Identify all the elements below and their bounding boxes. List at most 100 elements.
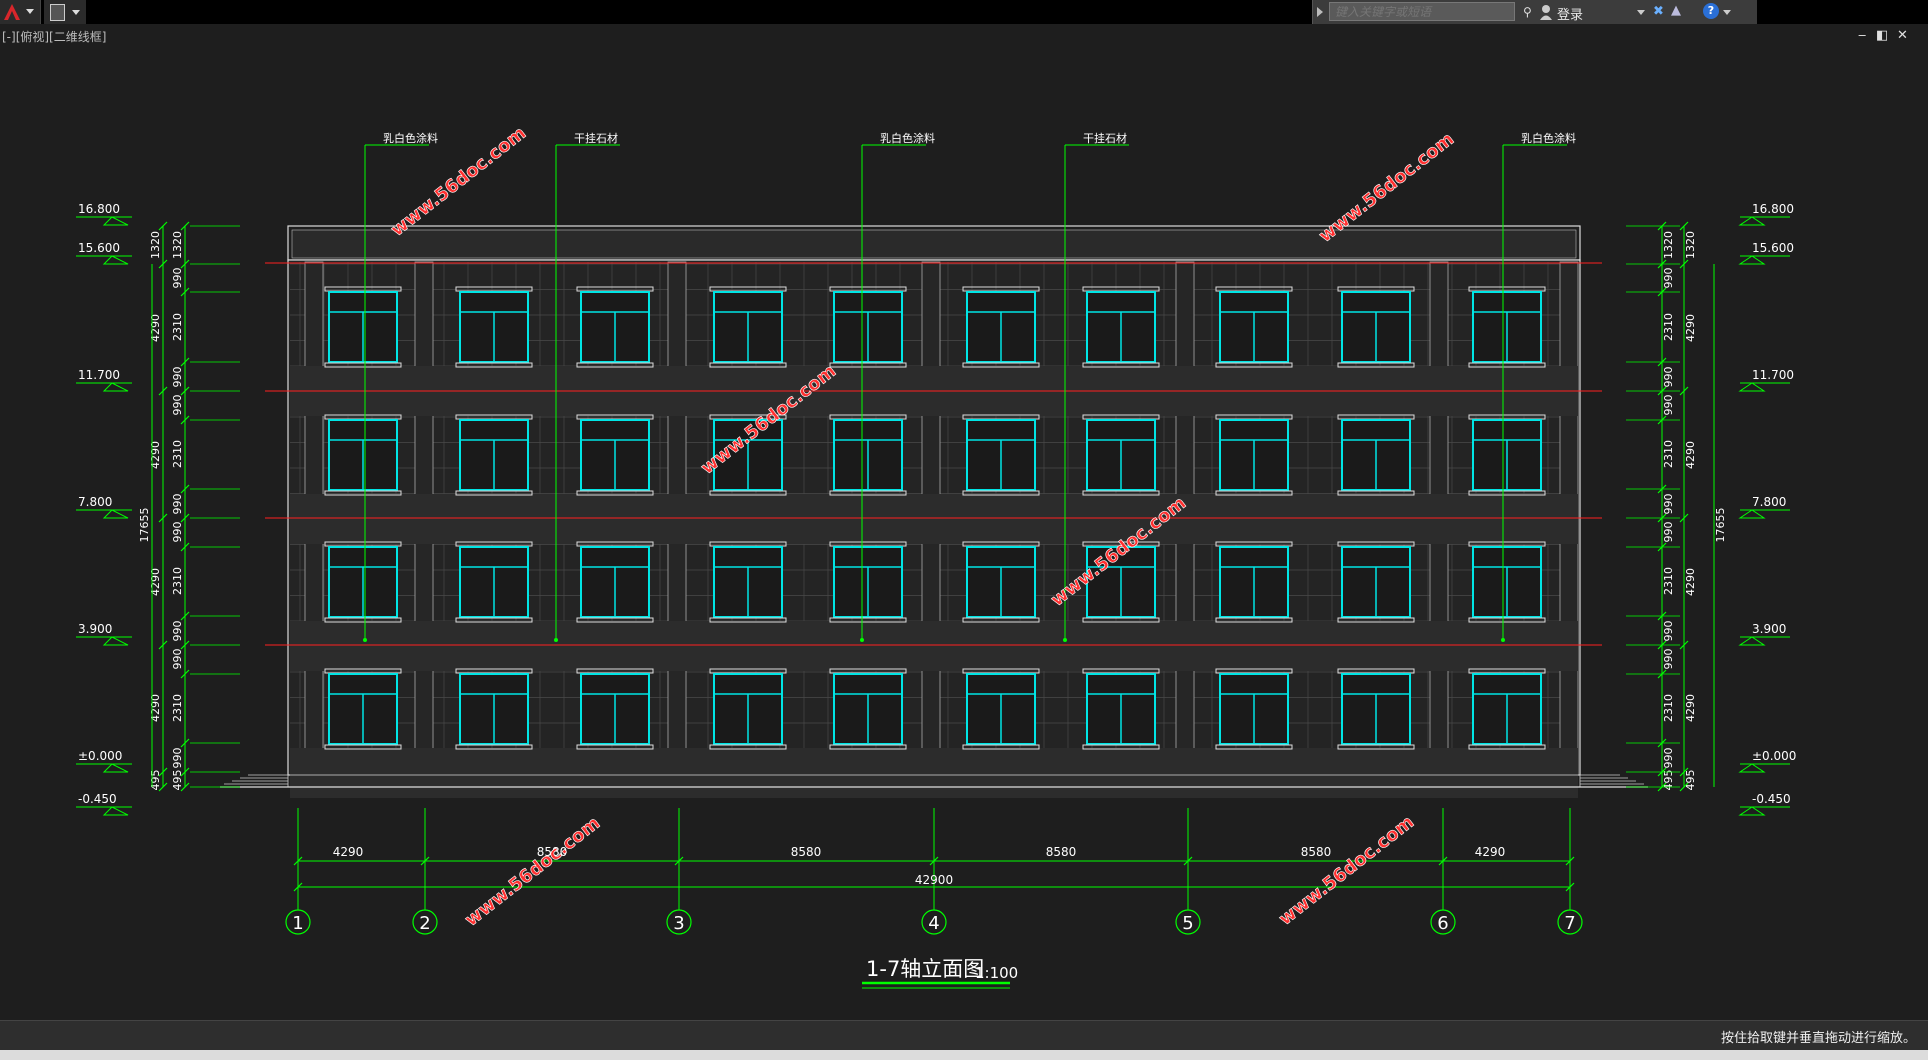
watermark-text: www.56doc.com xyxy=(1275,812,1418,930)
elev-triangle-right xyxy=(1738,806,1766,816)
callout-label: 干挂石材 xyxy=(574,131,618,145)
status-message: 按住拾取键并垂直拖动进行缩放。 xyxy=(1720,1031,1916,1046)
elev-triangle-right xyxy=(1738,763,1766,773)
elev-label-left: 15.600 xyxy=(78,241,120,255)
dim-text-v: 4290 xyxy=(149,568,162,596)
dim-text-v: 495 xyxy=(171,770,184,791)
dim-text-v: 990 xyxy=(171,748,184,769)
elev-triangle-left xyxy=(102,216,129,226)
elev-label-right: -0.450 xyxy=(1752,792,1791,806)
chevron-down-icon xyxy=(72,10,80,15)
dim-text-v: 4290 xyxy=(1684,441,1697,469)
expand-arrow-icon[interactable] xyxy=(1317,7,1323,17)
dim-text-v: 2310 xyxy=(171,694,184,722)
elev-triangle-left xyxy=(102,382,129,392)
document-icon xyxy=(50,4,65,21)
elev-label-right: 15.600 xyxy=(1752,241,1794,255)
elev-label-left: -0.450 xyxy=(78,792,117,806)
dim-text-v: 990 xyxy=(171,649,184,670)
drawing-viewport[interactable]: [-][俯视][二维线框] ‒ ◧ ✕ 16.800 16.800 15.600 15… xyxy=(0,24,1928,1020)
dim-text-v: 4290 xyxy=(1684,694,1697,722)
dim-text-h: 8580 xyxy=(1301,845,1332,859)
elev-label-left: 11.700 xyxy=(78,368,120,382)
elev-label-right: 7.800 xyxy=(1752,495,1786,509)
elev-label-left: 3.900 xyxy=(78,622,112,636)
dim-text-h: 4290 xyxy=(1475,845,1506,859)
chevron-down-icon xyxy=(26,9,34,14)
dim-text-v: 990 xyxy=(1662,522,1675,543)
dim-text-v: 4290 xyxy=(1684,314,1697,342)
dim-text-v: 495 xyxy=(1684,770,1697,791)
dim-text-v: 17655 xyxy=(138,508,151,543)
dim-text-h: 4290 xyxy=(333,845,364,859)
dim-text-v: 2310 xyxy=(171,567,184,595)
dim-text-total: 42900 xyxy=(915,873,953,887)
dim-text-v: 990 xyxy=(1662,268,1675,289)
callout-dot xyxy=(554,638,558,642)
dim-text-v: 2310 xyxy=(1662,694,1675,722)
dim-text-v: 990 xyxy=(171,621,184,642)
dim-text-v: 990 xyxy=(171,268,184,289)
elev-label-right: 3.900 xyxy=(1752,622,1786,636)
sill-band xyxy=(290,748,1578,798)
dim-text-v: 4290 xyxy=(149,314,162,342)
exchange-icon[interactable]: ✖ xyxy=(1653,4,1664,19)
axis-label: 1 xyxy=(292,913,303,934)
elev-label-left: ±0.000 xyxy=(78,749,122,763)
watermark-text: www.56doc.com xyxy=(461,813,604,931)
building-elevation xyxy=(220,225,1648,798)
user-icon[interactable] xyxy=(1539,4,1553,20)
dim-text-v: 2310 xyxy=(171,313,184,341)
dim-text-v: 1320 xyxy=(149,231,162,259)
elev-triangle-right xyxy=(1738,255,1766,265)
dim-text-v: 4290 xyxy=(1684,568,1697,596)
dim-text-v: 17655 xyxy=(1714,508,1727,543)
binoculars-icon[interactable]: ⚲ xyxy=(1523,5,1532,19)
dim-text-v: 1320 xyxy=(1662,231,1675,259)
sill-band xyxy=(290,621,1578,671)
search-input[interactable] xyxy=(1329,2,1515,21)
title-bar: ⚲ 登录 ✖ ▲ ? xyxy=(0,0,1928,24)
elev-triangle-right xyxy=(1738,216,1766,226)
application-menu-button[interactable] xyxy=(0,0,41,24)
dim-text-v: 990 xyxy=(1662,395,1675,416)
dim-text-v: 990 xyxy=(1662,494,1675,515)
dim-text-v: 990 xyxy=(1662,649,1675,670)
elev-triangle-right xyxy=(1738,509,1766,519)
dim-text-v: 1320 xyxy=(171,231,184,259)
elev-triangle-right xyxy=(1738,382,1766,392)
dim-text-v: 2310 xyxy=(1662,567,1675,595)
dim-text-v: 4290 xyxy=(149,694,162,722)
elev-triangle-left xyxy=(102,255,129,265)
chevron-down-icon[interactable] xyxy=(1637,10,1645,15)
axis-label: 7 xyxy=(1564,913,1575,934)
dim-text-v: 990 xyxy=(1662,748,1675,769)
chevron-down-icon[interactable] xyxy=(1723,10,1731,15)
dim-text-v: 990 xyxy=(171,522,184,543)
elev-triangle-left xyxy=(102,509,129,519)
sill-band xyxy=(290,494,1578,544)
help-icon[interactable]: ? xyxy=(1703,3,1719,19)
elev-triangle-left xyxy=(102,763,129,773)
autodesk-app-icon[interactable]: ▲ xyxy=(1671,3,1681,18)
axis-label: 2 xyxy=(419,913,430,934)
dim-text-v: 4290 xyxy=(149,441,162,469)
quick-access-toolbar[interactable] xyxy=(44,0,86,24)
login-button[interactable]: 登录 xyxy=(1557,4,1583,23)
dim-text-v: 990 xyxy=(171,395,184,416)
callout-dot xyxy=(860,638,864,642)
elev-label-left: 7.800 xyxy=(78,495,112,509)
dim-text-v: 2310 xyxy=(1662,313,1675,341)
watermark-text: www.56doc.com xyxy=(1315,129,1458,247)
drawing-scale: 1:100 xyxy=(975,964,1018,982)
dim-text-v: 990 xyxy=(1662,621,1675,642)
elev-label-right: ±0.000 xyxy=(1752,749,1796,763)
callout-dot xyxy=(363,638,367,642)
elev-label-right: 11.700 xyxy=(1752,368,1794,382)
infocenter-bar: ⚲ 登录 ✖ ▲ ? xyxy=(1312,0,1757,24)
drawing-title-block: 1-7轴立面图 1:100 xyxy=(862,957,1018,989)
elev-label-left: 16.800 xyxy=(78,202,120,216)
axis-label: 3 xyxy=(673,913,684,934)
dim-text-v: 990 xyxy=(171,494,184,515)
callout-label: 乳白色涂料 xyxy=(880,131,935,145)
